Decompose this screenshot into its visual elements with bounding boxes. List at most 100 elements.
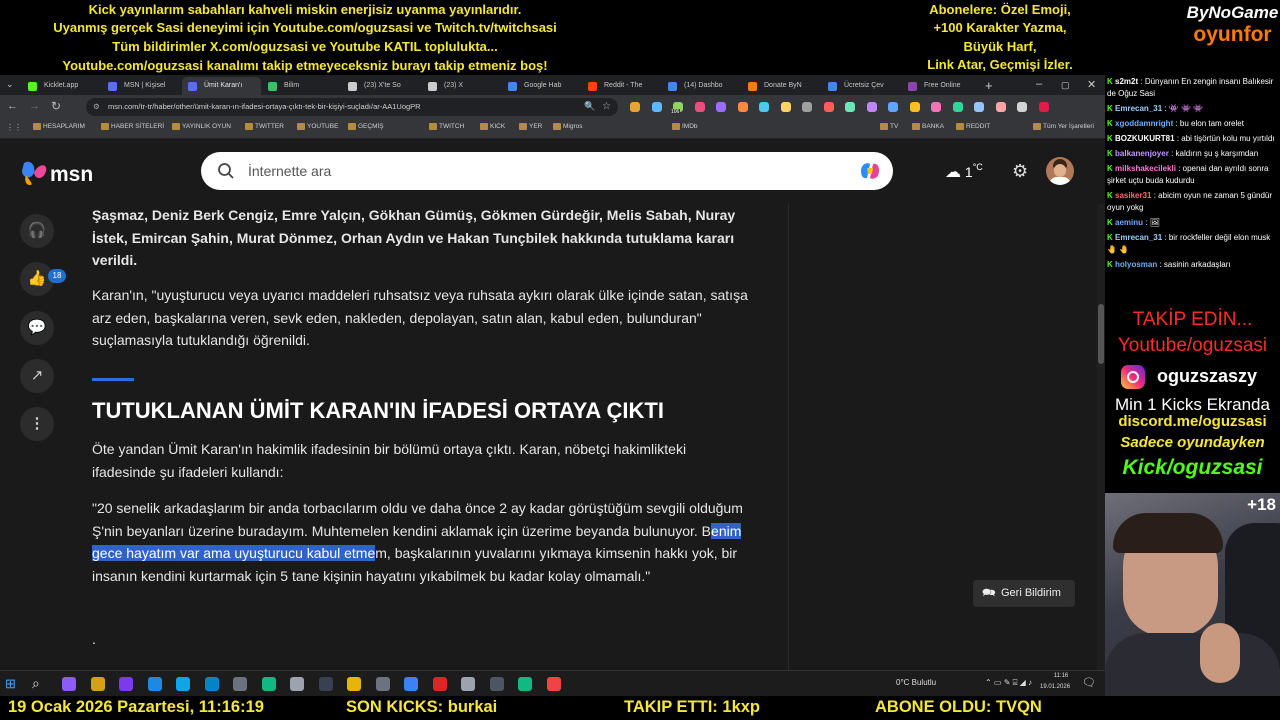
bookmark-item[interactable]: KICK — [480, 123, 505, 130]
extension-icon[interactable] — [866, 102, 877, 112]
bookmark-item[interactable]: GEÇMİŞ — [348, 123, 384, 130]
chat-username[interactable]: Emrecan_31 — [1115, 104, 1162, 113]
bookmark-item[interactable]: REDDIT — [956, 123, 990, 130]
taskbar-app-icon[interactable] — [489, 677, 504, 691]
browser-tab[interactable]: Ümit Karan'ı — [182, 77, 261, 95]
chat-username[interactable]: balkanenjoyer — [1115, 149, 1169, 158]
reload-icon[interactable]: ↻ — [51, 99, 61, 113]
tray-icons[interactable]: ⌃ ▭ ✎ ⌸ ◢ ♪ — [985, 678, 1032, 688]
chat-username[interactable]: Emrecan_31 — [1115, 233, 1162, 242]
taskbar-app-icon[interactable] — [432, 677, 447, 691]
tray-weather[interactable]: 0°C Bulutlu — [896, 678, 936, 687]
browser-tab[interactable]: Ücretsiz Çev — [822, 77, 901, 95]
extension-icon[interactable] — [909, 102, 920, 112]
extension-icon[interactable] — [694, 102, 705, 112]
chat-username[interactable]: holyosman — [1115, 260, 1157, 269]
chat-username[interactable]: aeminu — [1115, 218, 1143, 227]
site-info-icon[interactable]: ⚙ — [93, 98, 100, 116]
comment-icon[interactable]: 💬 — [20, 311, 54, 345]
bookmark-item[interactable]: TWITCH — [429, 123, 464, 130]
extension-icon[interactable] — [1017, 102, 1027, 112]
chat-username[interactable]: s2m2t — [1115, 77, 1138, 86]
taskbar-app-icon[interactable] — [290, 677, 304, 691]
chat-username[interactable]: BOZKUKURT81 — [1115, 134, 1175, 143]
bookmark-item[interactable]: HABER SİTELERİ — [101, 123, 164, 130]
profile-avatar[interactable] — [1046, 157, 1074, 185]
extension-icon[interactable] — [995, 102, 1006, 112]
browser-tab[interactable]: Donate ByN — [742, 77, 821, 95]
settings-gear-icon[interactable]: ⚙ — [1012, 161, 1028, 182]
browser-tab[interactable]: (23) X'te So — [342, 77, 421, 95]
taskbar-app-icon[interactable] — [204, 677, 219, 691]
taskbar-app-icon[interactable] — [546, 677, 561, 691]
taskbar-app-icon[interactable] — [461, 677, 475, 691]
extension-icon[interactable] — [802, 102, 812, 112]
search-input[interactable] — [248, 161, 808, 181]
extension-icon[interactable] — [780, 102, 791, 112]
new-tab-button[interactable]: + — [985, 78, 993, 93]
weather-widget[interactable]: ☁ 1°C — [945, 162, 983, 182]
taskbar-app-icon[interactable] — [404, 677, 418, 691]
windows-start-icon[interactable]: ⊞ — [5, 676, 16, 692]
bookmark-item[interactable]: YER — [519, 123, 542, 130]
back-icon[interactable]: ← — [7, 100, 18, 112]
taskbar-app-icon[interactable] — [119, 677, 133, 691]
browser-tab[interactable]: Reddit - The — [582, 77, 661, 95]
browser-tab[interactable]: (14) Dashbo — [662, 77, 741, 95]
browser-tab[interactable]: (23) X — [422, 77, 501, 95]
extension-icon[interactable] — [1038, 102, 1049, 112]
browser-tab[interactable]: Bilim — [262, 77, 341, 95]
browser-tab[interactable]: Kicklet.app — [22, 77, 101, 95]
taskbar-app-icon[interactable] — [261, 677, 276, 691]
scrollbar-thumb[interactable] — [1098, 304, 1104, 364]
bookmark-item[interactable]: YAYINLIK OYUN — [172, 123, 231, 130]
browser-tab[interactable]: Google Hab — [502, 77, 581, 95]
extension-icon[interactable] — [823, 102, 834, 112]
extension-icon[interactable] — [651, 102, 662, 112]
extension-icon[interactable] — [759, 102, 769, 112]
feedback-button[interactable]: 🗪 Geri Bildirim — [973, 580, 1075, 607]
taskbar-search-icon[interactable]: ⌕ — [32, 675, 40, 692]
msn-butterfly-icon[interactable] — [20, 159, 50, 187]
bookmark-item[interactable]: TV — [880, 123, 898, 130]
chat-username[interactable]: milkshakecilekli — [1115, 164, 1176, 173]
bookmark-item[interactable]: YOUTUBE — [297, 123, 338, 130]
bookmark-item[interactable]: HESAPLARIM — [33, 123, 85, 130]
more-options-icon[interactable]: ⋮ — [20, 407, 54, 441]
taskbar-app-icon[interactable] — [176, 677, 190, 691]
notification-icon[interactable]: 🗨 — [1082, 676, 1096, 689]
chat-username[interactable]: sasiker31 — [1115, 191, 1151, 200]
bookmark-item[interactable]: BANKA — [912, 123, 944, 130]
extension-icon[interactable] — [716, 102, 726, 112]
minimize-icon[interactable]: – — [1036, 78, 1042, 90]
tray-time[interactable]: 11:16 — [1046, 673, 1076, 679]
forward-icon[interactable]: → — [29, 100, 40, 112]
taskbar-app-icon[interactable] — [90, 677, 105, 691]
taskbar-app-icon[interactable] — [375, 677, 390, 691]
browser-tab[interactable]: Free Online — [902, 77, 981, 95]
taskbar-app-icon[interactable] — [62, 677, 76, 691]
listen-headphones-icon[interactable]: 🎧 — [20, 214, 54, 248]
extension-icon[interactable] — [737, 102, 748, 112]
maximize-icon[interactable]: ▢ — [1061, 80, 1070, 91]
zoom-icon[interactable]: 🔍 — [584, 101, 595, 112]
url-field[interactable]: ⚙ msn.com/tr-tr/haber/other/ümit-karan-ı… — [86, 98, 618, 116]
taskbar-app-icon[interactable] — [233, 677, 247, 691]
bookmark-item[interactable]: Tüm Yer İşaretleri — [1033, 123, 1094, 130]
taskbar-app-icon[interactable] — [147, 677, 162, 691]
tab-list-icon[interactable]: ⌄ — [6, 79, 14, 90]
extension-icon[interactable] — [630, 102, 640, 112]
extension-icon[interactable] — [931, 102, 941, 112]
search-box[interactable] — [201, 152, 893, 190]
bookmark-item[interactable]: IMDb — [672, 123, 698, 130]
share-icon[interactable]: ↗ — [20, 359, 54, 393]
chat-username[interactable]: xgoddamnright — [1115, 119, 1173, 128]
bookmark-item[interactable]: TWITTER — [245, 123, 284, 130]
browser-tab[interactable]: MSN | Kişisel — [102, 77, 181, 95]
taskbar-app-icon[interactable] — [518, 677, 532, 691]
extension-icon[interactable] — [952, 102, 963, 112]
extension-icon[interactable] — [974, 102, 984, 112]
taskbar-app-icon[interactable] — [347, 677, 361, 691]
tray-date[interactable]: 19.01.2026 — [1040, 684, 1070, 690]
apps-icon[interactable]: ⋮⋮ — [6, 123, 22, 132]
